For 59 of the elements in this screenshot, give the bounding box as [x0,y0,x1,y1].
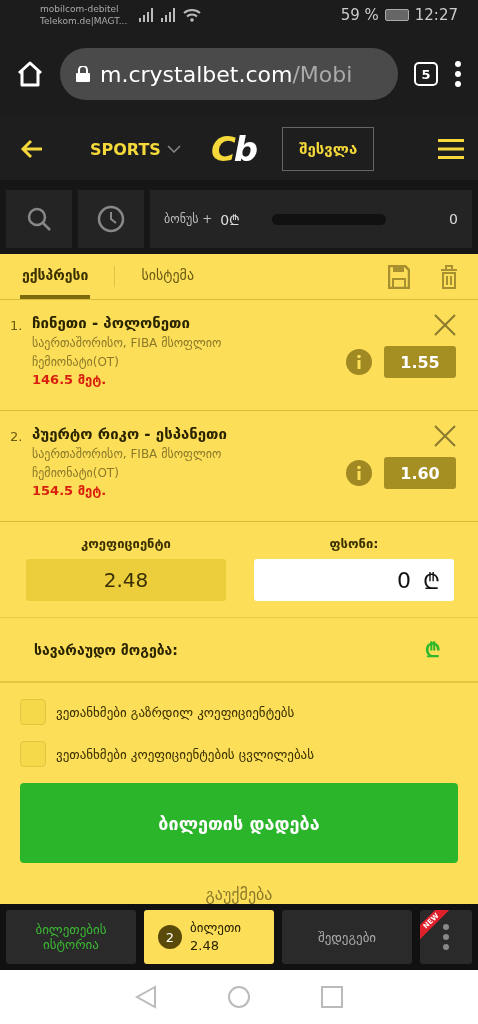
sports-dropdown[interactable]: SPORTS [90,139,181,159]
info-icon[interactable] [346,460,372,486]
home-icon [16,60,44,88]
bonus-count: 0 [449,211,458,227]
checkbox-label: ვეთანხმები გაზრდილ კოეფიციენტებს [56,704,295,720]
more-icon [454,61,462,87]
wifi-icon [183,8,202,22]
winnings-currency: ₾ [425,637,440,663]
save-icon [388,264,410,289]
bonus-label: ბონუს + [164,212,213,226]
total-odds: 2.48 [26,559,226,601]
league-name: საერთაშორისო, FIBA მსოფლიო ჩემიონატი(OT) [32,446,223,482]
close-icon[interactable] [434,314,456,336]
home-icon [227,985,251,1009]
tab[interactable]: სისტემა [139,254,197,299]
back-arrow-icon [20,139,44,159]
league-name: საერთაშორისო, FIBA მსოფლიო ჩემიონატი(OT) [32,335,223,371]
logo[interactable]: Cb [210,129,257,169]
search-icon [26,206,52,232]
close-icon[interactable] [434,425,456,447]
signal-icon [139,8,156,22]
bet-number: 1. [10,317,24,335]
info-icon[interactable] [346,349,372,375]
bet-history-button[interactable]: ბილეთების ისტორია [6,910,136,964]
results-button[interactable]: შედეგები [282,910,412,964]
carrier-name: mobilcom-debitel [40,3,120,15]
match-title: პუერტო რიკო - ესპანეთი [32,425,228,443]
recent-apps-icon [321,986,343,1008]
checkbox-label: ვეთანხმები კოეფიციენტების ცვლილებას [56,746,314,762]
login-button[interactable]: შესვლა [282,127,375,171]
bonus-value: 0₾ [220,210,241,229]
tab-count-button[interactable]: 5 [414,62,438,86]
more-icon [442,924,450,950]
clock-icon [97,205,125,233]
search-button[interactable] [6,190,72,248]
bet-slip-button[interactable]: 2 ბილეთი 2.48 [144,910,274,964]
menu-icon [438,139,464,159]
market-label: 146.5 მეტ. [32,372,108,387]
clock: 12:27 [414,6,458,24]
checkbox[interactable] [20,699,46,725]
back-icon [135,985,157,1009]
address-bar[interactable]: m.crystalbet.com/Mobi [60,48,398,100]
market-label: 154.5 მეტ. [32,483,108,498]
signal-icon [161,8,178,22]
odds-label: კოეფიციენტი [80,536,172,551]
match-title: ჩინეთი - პოლონეთი [32,314,191,332]
tab[interactable]: ექსპრესი [20,254,91,299]
chevron-down-icon [166,145,181,153]
lock-icon [76,66,90,82]
potential-winnings-label: სავარაუდო მოგება: [34,641,178,658]
history-button[interactable] [78,190,144,248]
carrier-name: Telekom.de|MAGT... [40,15,128,27]
battery-percent: 59 % [340,6,379,24]
battery-icon [384,9,409,21]
checkbox[interactable] [20,741,46,767]
stake-field[interactable]: 0 ₾ [254,559,454,601]
bet-number: 2. [10,428,24,446]
trash-icon [440,264,458,289]
stake-label: ფსონი: [328,536,380,551]
